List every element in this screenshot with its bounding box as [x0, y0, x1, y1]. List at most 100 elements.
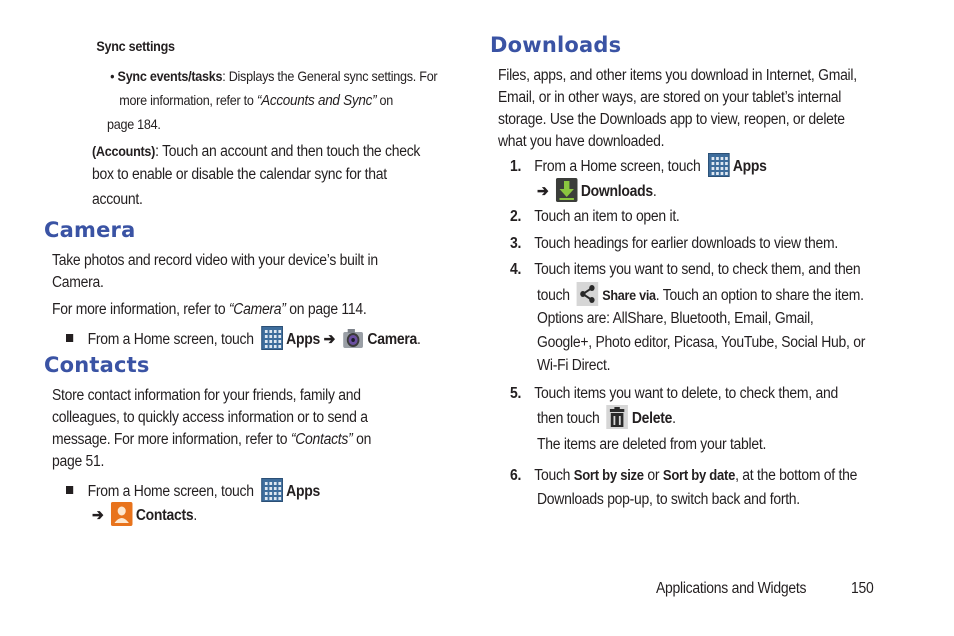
text: .: [672, 410, 676, 428]
camera-desc-line2: Camera.: [52, 274, 104, 291]
text: message. For more information, refer to: [52, 431, 291, 448]
contacts-step-line2: ➔ Contacts.: [92, 502, 197, 528]
text: Touch headings for earlier downloads to …: [534, 235, 838, 252]
text: From a Home screen, touch: [87, 483, 254, 501]
arrow-icon: ➔: [323, 331, 336, 349]
text: Touch an item to open it.: [534, 208, 680, 225]
text: . Touch an option to share the item.: [655, 287, 864, 305]
text: then touch: [537, 410, 600, 428]
bullet-square: [66, 486, 74, 494]
arrow-icon: ➔: [537, 183, 549, 201]
grid-dot: [273, 492, 277, 495]
downloads-heading: Downloads: [490, 33, 622, 57]
step-1-line2: ➔ Downloads.: [537, 178, 657, 204]
step-2: 2. Touch an item to open it.: [510, 206, 680, 228]
camera-heading: Camera: [44, 218, 136, 242]
apps-label: Apps: [286, 331, 320, 349]
grid-dot: [724, 172, 728, 175]
delete-label: Delete: [631, 410, 673, 428]
sync-bullet-line3: page 184.: [106, 116, 161, 132]
grid-dot: [264, 492, 268, 495]
step-5-line2: then touch Delete.: [537, 405, 676, 431]
grid-dot: [273, 330, 277, 333]
grid-dot: [273, 487, 277, 490]
grid-dot: [724, 157, 728, 160]
text: Touch: [534, 467, 574, 484]
step-4-line2: touch Share via. Touch an option to shar…: [537, 282, 864, 308]
contacts-step-line1: From a Home screen, touch Apps: [66, 478, 320, 504]
step-5-line1: 5. Touch items you want to delete, to che…: [510, 383, 838, 405]
text: .: [652, 183, 657, 201]
grid-dot: [273, 340, 277, 343]
grid-dot: [278, 492, 281, 495]
step-4-line3: Options are: AllShare, Bluetooth, Email,…: [537, 310, 814, 327]
step-number: 5.: [510, 385, 522, 402]
text: or: [643, 467, 663, 484]
downloads-intro-line3: storage. Use the Downloads app to view, …: [498, 111, 845, 128]
arrow-icon: ➔: [92, 507, 104, 525]
grid-dot: [264, 497, 268, 500]
camera-icon: [342, 326, 364, 350]
grid-dot: [273, 482, 277, 485]
grid-dot: [715, 172, 719, 175]
downloads-intro-line4: what you have downloaded.: [498, 133, 665, 150]
apps-grid-icon: [260, 326, 283, 350]
apps-label: Apps: [732, 158, 767, 176]
text: on page 114.: [285, 301, 367, 318]
accounts-line1: (Accounts): Touch an account and then to…: [92, 140, 420, 163]
grid-dot: [720, 172, 723, 175]
text: From a Home screen, touch: [534, 158, 701, 176]
grid-dot: [278, 335, 281, 338]
step-number: 4.: [510, 261, 522, 278]
grid-dot: [278, 330, 281, 333]
grid-dot: [278, 482, 281, 485]
step-3: 3. Touch headings for earlier downloads t…: [510, 233, 838, 255]
text: , at the bottom of the: [735, 467, 858, 484]
text: more information, refer to: [119, 92, 257, 108]
grid-dot: [269, 492, 272, 495]
grid-dot: [278, 340, 281, 343]
contacts-desc-line1: Store contact information for your frien…: [52, 387, 361, 404]
grid-dot: [269, 335, 272, 338]
text: Touch items you want to send, to check t…: [534, 261, 861, 278]
apps-grid-icon: [260, 478, 283, 502]
grid-dot: [264, 335, 268, 338]
trash-icon: [606, 405, 629, 429]
camera-ref-line: For more information, refer to “Camera” …: [52, 299, 367, 321]
contacts-ref-link[interactable]: “Contacts”: [291, 431, 353, 448]
grid-dot: [724, 162, 728, 165]
grid-dot: [269, 330, 272, 333]
grid-dot: [715, 162, 719, 165]
sort-by-size-label: Sort by size: [573, 468, 644, 484]
contacts-desc-line3: message. For more information, refer to …: [52, 429, 371, 451]
accounts-line3: account.: [92, 191, 143, 208]
grid-dot: [720, 162, 723, 165]
grid-dot: [273, 335, 277, 338]
step-number: 6.: [510, 467, 522, 484]
grid-dot: [715, 167, 719, 170]
grid-dot: [711, 162, 714, 165]
grid-dot: [264, 330, 268, 333]
grid-dot: [724, 167, 728, 170]
downloads-label: Downloads: [580, 183, 653, 201]
text: touch: [537, 287, 570, 305]
text: .: [193, 507, 197, 525]
step-6-line2: Downloads pop-up, to switch back and for…: [537, 491, 800, 508]
apps-label: Apps: [286, 483, 320, 501]
text: Touch items you want to delete, to check…: [534, 385, 838, 402]
step-4-line1: 4. Touch items you want to send, to check…: [510, 259, 861, 281]
grid-dot: [269, 340, 272, 343]
contacts-heading: Contacts: [44, 353, 150, 377]
contacts-desc-line4: page 51.: [52, 453, 105, 470]
camera-desc-line1: Take photos and record video with your d…: [52, 252, 378, 269]
camera-ref-link[interactable]: “Camera”: [229, 301, 286, 318]
grid-dot: [264, 340, 268, 343]
downloads-intro-line1: Files, apps, and other items you downloa…: [498, 67, 857, 84]
step-number: 3.: [510, 235, 522, 252]
apps-grid-icon: [707, 153, 730, 177]
text: on: [352, 431, 372, 448]
accounts-sync-ref-link[interactable]: “Accounts and Sync”: [257, 92, 377, 109]
sync-bullet-line1: • Sync events/tasks: Displays the Genera…: [110, 64, 437, 88]
accounts-label: (Accounts): [92, 143, 156, 159]
grid-dot: [269, 497, 272, 500]
